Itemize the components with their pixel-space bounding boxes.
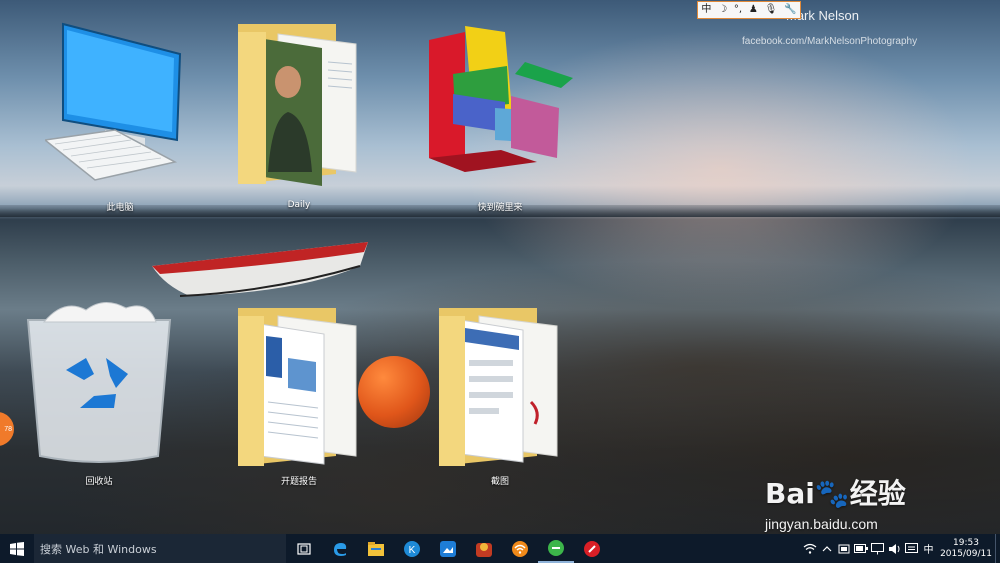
desktop-icon-recycle-bin[interactable]: 回收站 [24,296,174,487]
desktop-icon-this-pc[interactable]: 此电脑 [43,22,195,213]
device-icon [838,544,849,553]
moon-icon[interactable]: ☽ [718,5,727,15]
edge-button[interactable] [322,534,358,563]
folder-icon [238,24,357,186]
beaver-app-button[interactable] [466,534,502,563]
baidu-url-text: jingyan.baidu.com [765,516,878,532]
task-view-icon [297,542,311,555]
desktop-icon-daily-folder[interactable]: Daily [224,22,374,210]
windows-logo-icon [10,541,24,556]
input-language-label: 中 [923,545,934,556]
volume-button[interactable] [886,534,903,563]
file-explorer-icon [368,541,384,556]
task-view-button[interactable] [286,534,322,563]
search-input[interactable]: 搜索 Web 和 Windows [34,534,286,563]
computer-icon [43,22,182,181]
desktop-icon-screenshot-folder[interactable]: 截图 [425,306,575,487]
recycle-bin-icon [26,302,172,463]
baidu-jingyan-logo: Bai🐾经验 jingyan.baidu.com [765,466,965,532]
desktop-icon-report-folder[interactable]: 开题报告 [224,306,374,487]
red-app-button[interactable] [574,534,610,563]
file-explorer-button[interactable] [358,534,394,563]
folder-icon [439,308,558,466]
boat-image [152,242,368,297]
user-icon[interactable]: ♟ [749,5,758,15]
green-app-icon [548,539,564,556]
desktop-icon-kuaidao[interactable]: 快到碗里来 [425,22,575,213]
desktop-icon-label: Daily [287,200,311,210]
red-app-icon [584,540,600,557]
photo-site-watermark: facebook.com/MarkNelsonPhotography [742,36,918,47]
green-app-button[interactable] [538,534,574,563]
message-icon [905,542,918,553]
punctuation-icon[interactable]: °, [734,5,742,15]
colored-blocks-icon [429,26,573,172]
action-center-button[interactable] [903,534,920,563]
svg-text:K: K [409,545,416,556]
desktop-icon-label: 此电脑 [106,203,134,213]
speaker-icon [889,543,900,554]
clock-date: 2015/09/11 [940,548,992,559]
wifi-icon [803,543,816,554]
wifi-app-icon [512,540,528,557]
display-button[interactable] [869,534,886,563]
chevron-up-icon [822,546,831,552]
desktop-icon-label: 截图 [490,477,509,487]
wifi-app-button[interactable] [502,534,538,563]
k-app-icon: K [404,540,420,557]
folder-icon [238,308,357,466]
search-placeholder: 搜索 Web 和 Windows [40,542,157,556]
desktop-icon-label: 开题报告 [280,477,317,487]
start-button[interactable] [0,534,34,563]
wrench-icon[interactable]: 🔧 [784,5,796,15]
desktop-icon-label: 快到碗里来 [477,203,523,213]
show-hidden-icons-button[interactable] [818,534,835,563]
input-language-button[interactable]: 中 [920,534,937,563]
microphone-icon[interactable]: 🎙 [765,5,778,15]
system-tray: 中 19:53 2015/09/11 [801,534,1000,563]
ime-chinese-icon[interactable]: 中 [701,5,711,15]
desktop-icon-label: 回收站 [85,477,113,487]
monitor-icon [871,542,884,554]
battery-icon [853,544,868,553]
photo-viewer-button[interactable] [430,534,466,563]
tray-app-button[interactable] [835,534,852,563]
clock[interactable]: 19:53 2015/09/11 [937,538,995,560]
badge-value: 78 [4,425,12,433]
photo-viewer-icon [440,540,456,557]
beaver-app-icon [476,542,492,557]
ime-toolbar[interactable]: 中 ☽ °, ♟ 🎙 🔧 [697,1,801,19]
k-app-button[interactable]: K [394,534,430,563]
network-button[interactable] [801,534,818,563]
baidu-logo-text: Bai🐾经验 [765,477,906,510]
edge-icon [334,542,347,556]
battery-button[interactable] [852,534,869,563]
taskbar: 搜索 Web 和 Windows K 中 19:53 2015/09/11 [0,534,1000,563]
clock-time: 19:53 [953,537,979,548]
show-desktop-button[interactable] [995,534,1000,563]
